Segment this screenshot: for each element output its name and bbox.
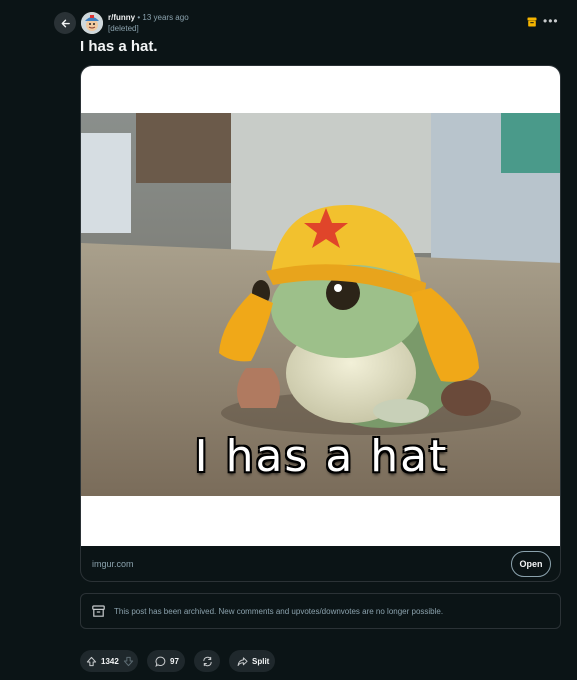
post-image[interactable]: I has a hat [81,113,560,496]
post-header: r/funny • 13 years ago [deleted] ••• [54,11,562,35]
archive-box-icon [527,17,537,27]
post-author: [deleted] [108,24,139,33]
share-arrow-icon [237,656,248,667]
upvote-arrow-icon[interactable] [86,656,97,667]
media-card: I has a hat imgur.com Open [80,65,561,582]
vote-control: 1342 [80,650,138,672]
image-caption: I has a hat [194,431,449,482]
archived-notice: This post has been archived. New comment… [80,593,561,629]
post-timestamp: 13 years ago [142,13,189,22]
downvote-arrow-icon[interactable] [123,656,134,667]
meta-separator: • [137,13,141,22]
subreddit-name[interactable]: r/funny [108,13,135,22]
back-button[interactable] [54,12,76,34]
repost-button[interactable] [194,650,220,672]
post-title[interactable]: I has a hat. [80,37,158,57]
post-meta-line: r/funny • 13 years ago [108,12,189,23]
archived-message: This post has been archived. New comment… [114,607,444,616]
link-domain[interactable]: imgur.com [92,559,134,569]
vote-count: 1342 [101,656,119,666]
comments-button[interactable]: 97 [147,650,185,672]
open-link-button[interactable]: Open [511,551,551,577]
speech-bubble-icon [155,656,166,667]
post-action-bar: 1342 97 Split [80,650,380,672]
avatar-image [81,12,103,34]
more-options-button[interactable]: ••• [543,15,559,27]
media-frame: I has a hat [81,66,560,546]
archive-box-icon [92,605,105,617]
repost-icon [202,656,213,667]
share-button[interactable]: Split [229,650,275,672]
arrow-left-icon [61,19,70,27]
comment-count: 97 [170,656,179,666]
subreddit-avatar[interactable] [81,12,103,34]
share-label: Split [252,656,270,666]
